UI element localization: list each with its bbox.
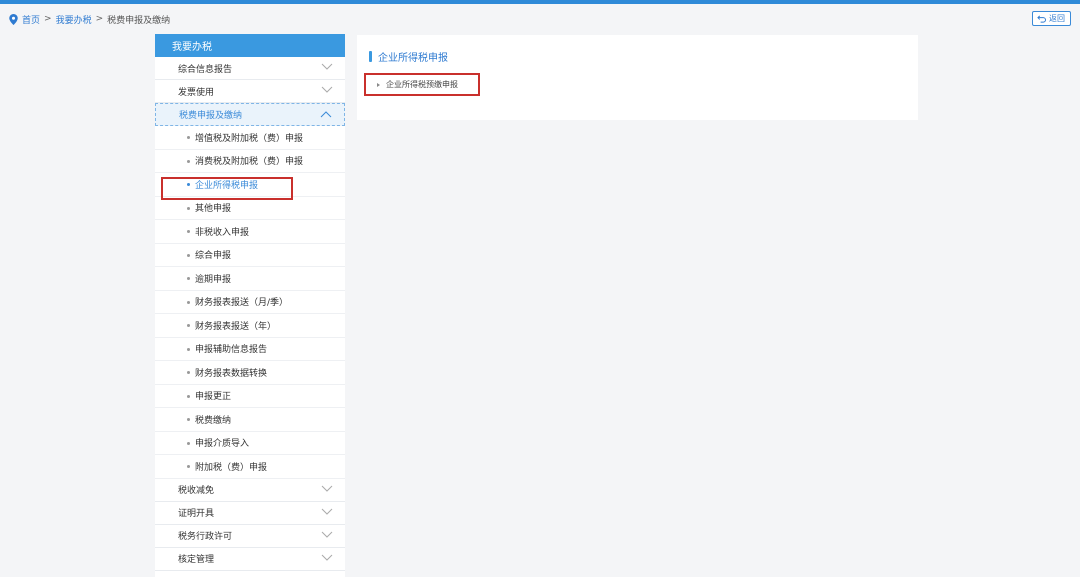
- chevron-down-icon: [321, 554, 333, 561]
- sub-item-aux-info[interactable]: 申报辅助信息报告: [155, 338, 345, 361]
- breadcrumb-current: 税费申报及缴纳: [107, 15, 171, 26]
- sidebar-item-label: 税收减免: [178, 486, 215, 496]
- sidebar-item-invoice[interactable]: 发票使用: [155, 80, 345, 103]
- sub-item-comprehensive[interactable]: 综合申报: [155, 244, 345, 267]
- sidebar-item-assessment[interactable]: 核定管理: [155, 548, 345, 571]
- chevron-down-icon: [321, 86, 333, 93]
- chevron-up-icon: [320, 111, 332, 118]
- bullet-icon: [187, 159, 190, 163]
- sidebar-item-label: 发票使用: [178, 87, 215, 98]
- bullet-icon: [187, 136, 190, 139]
- bullet-icon: [187, 347, 190, 351]
- breadcrumb: 首页 > 我要办税 > 税费申报及缴纳: [9, 12, 170, 26]
- sub-item-label: 申报辅助信息报告: [195, 345, 268, 356]
- bullet-icon: [187, 465, 190, 468]
- title-accent-bar: [369, 51, 372, 62]
- corporate-prepayment-link[interactable]: 企业所得税预缴申报: [377, 79, 458, 90]
- sidebar-item-label: 综合信息报告: [178, 64, 233, 75]
- sidebar-header: 我要办税: [155, 34, 345, 57]
- chevron-down-icon: [321, 485, 333, 492]
- chevron-down-icon: [321, 63, 333, 70]
- sub-item-label: 财务报表报送（月/季）: [195, 298, 289, 309]
- sub-item-label: 申报介质导入: [195, 439, 250, 450]
- bullet-icon: [187, 230, 190, 233]
- breadcrumb-home[interactable]: 首页: [22, 13, 40, 26]
- sidebar-item-certificate[interactable]: 证明开具: [155, 502, 345, 525]
- breadcrumb-separator: >: [95, 14, 104, 24]
- sub-item-label: 财务报表报送（年）: [195, 321, 277, 332]
- panel-title-text: 企业所得税申报: [378, 53, 448, 64]
- sidebar-item-label: 税费申报及缴纳: [179, 111, 243, 121]
- bullet-icon: [187, 394, 190, 398]
- breadcrumb-level1[interactable]: 我要办税: [56, 13, 92, 26]
- sub-item-label: 附加税（费）申报: [195, 462, 268, 473]
- content-panel: 企业所得税申报 企业所得税预缴申报: [357, 35, 918, 120]
- sidebar-item-label: 核定管理: [178, 555, 215, 565]
- sub-item-corporate-income-tax[interactable]: 企业所得税申报: [155, 173, 345, 197]
- sub-item-media-import[interactable]: 申报介质导入: [155, 432, 345, 455]
- return-arrow-icon: [1037, 15, 1046, 23]
- bullet-icon: [187, 441, 190, 445]
- sub-item-label: 逾期申报: [195, 274, 232, 285]
- bullet-icon: [187, 324, 190, 327]
- panel-link-label: 企业所得税预缴申报: [386, 80, 458, 89]
- sub-item-label: 财务报表数据转换: [195, 368, 268, 379]
- sub-item-vat[interactable]: 增值税及附加税（费）申报: [155, 126, 345, 150]
- sub-item-financial-yearly[interactable]: 财务报表报送（年）: [155, 314, 345, 338]
- back-button[interactable]: 返回: [1032, 11, 1071, 26]
- bullet-icon: [187, 183, 190, 186]
- sub-item-other[interactable]: 其他申报: [155, 197, 345, 220]
- sub-item-surtax[interactable]: 附加税（费）申报: [155, 455, 345, 479]
- sub-item-label: 其他申报: [195, 204, 232, 215]
- sub-item-non-tax-revenue[interactable]: 非税收入申报: [155, 220, 345, 244]
- sub-item-overdue[interactable]: 逾期申报: [155, 267, 345, 291]
- bullet-icon: [187, 418, 190, 421]
- sub-item-label: 申报更正: [195, 392, 232, 403]
- bullet-icon: [187, 277, 190, 280]
- sub-item-label: 企业所得税申报: [195, 180, 259, 191]
- top-accent-bar: [0, 0, 1080, 4]
- sub-item-data-conversion[interactable]: 财务报表数据转换: [155, 361, 345, 385]
- sidebar-item-admin-license[interactable]: 税务行政许可: [155, 525, 345, 548]
- sub-item-label: 税费缴纳: [195, 415, 232, 426]
- back-button-label: 返回: [1049, 14, 1065, 23]
- sub-item-consumption-tax[interactable]: 消费税及附加税（费）申报: [155, 150, 345, 173]
- sidebar-item-tax-relief[interactable]: 税收减免: [155, 479, 345, 502]
- triangle-right-icon: [377, 82, 380, 87]
- bullet-icon: [187, 371, 190, 374]
- chevron-down-icon: [321, 508, 333, 515]
- bullet-icon: [187, 253, 190, 257]
- breadcrumb-separator: >: [44, 14, 52, 24]
- location-pin-icon: [9, 13, 18, 25]
- sidebar: 我要办税 综合信息报告 发票使用 税费申报及缴纳 增值税及附加税（费）申报 消费…: [155, 34, 345, 577]
- sidebar-item-label: 税务行政许可: [178, 532, 233, 542]
- sub-item-label: 消费税及附加税（费）申报: [195, 157, 304, 168]
- bullet-icon: [187, 300, 190, 304]
- sub-item-label: 非税收入申报: [195, 227, 250, 238]
- sub-item-label: 增值税及附加税（费）申报: [195, 133, 304, 144]
- sub-item-payment[interactable]: 税费缴纳: [155, 408, 345, 432]
- panel-title: 企业所得税申报: [369, 49, 448, 64]
- sidebar-item-label: 证明开具: [178, 509, 215, 519]
- sub-item-correction[interactable]: 申报更正: [155, 385, 345, 408]
- chevron-down-icon: [321, 531, 333, 538]
- sidebar-item-info-report[interactable]: 综合信息报告: [155, 57, 345, 80]
- sub-item-label: 综合申报: [195, 251, 232, 262]
- sub-item-financial-monthly[interactable]: 财务报表报送（月/季）: [155, 291, 345, 314]
- bullet-icon: [187, 206, 190, 210]
- sidebar-item-tax-filing[interactable]: 税费申报及缴纳: [155, 103, 345, 126]
